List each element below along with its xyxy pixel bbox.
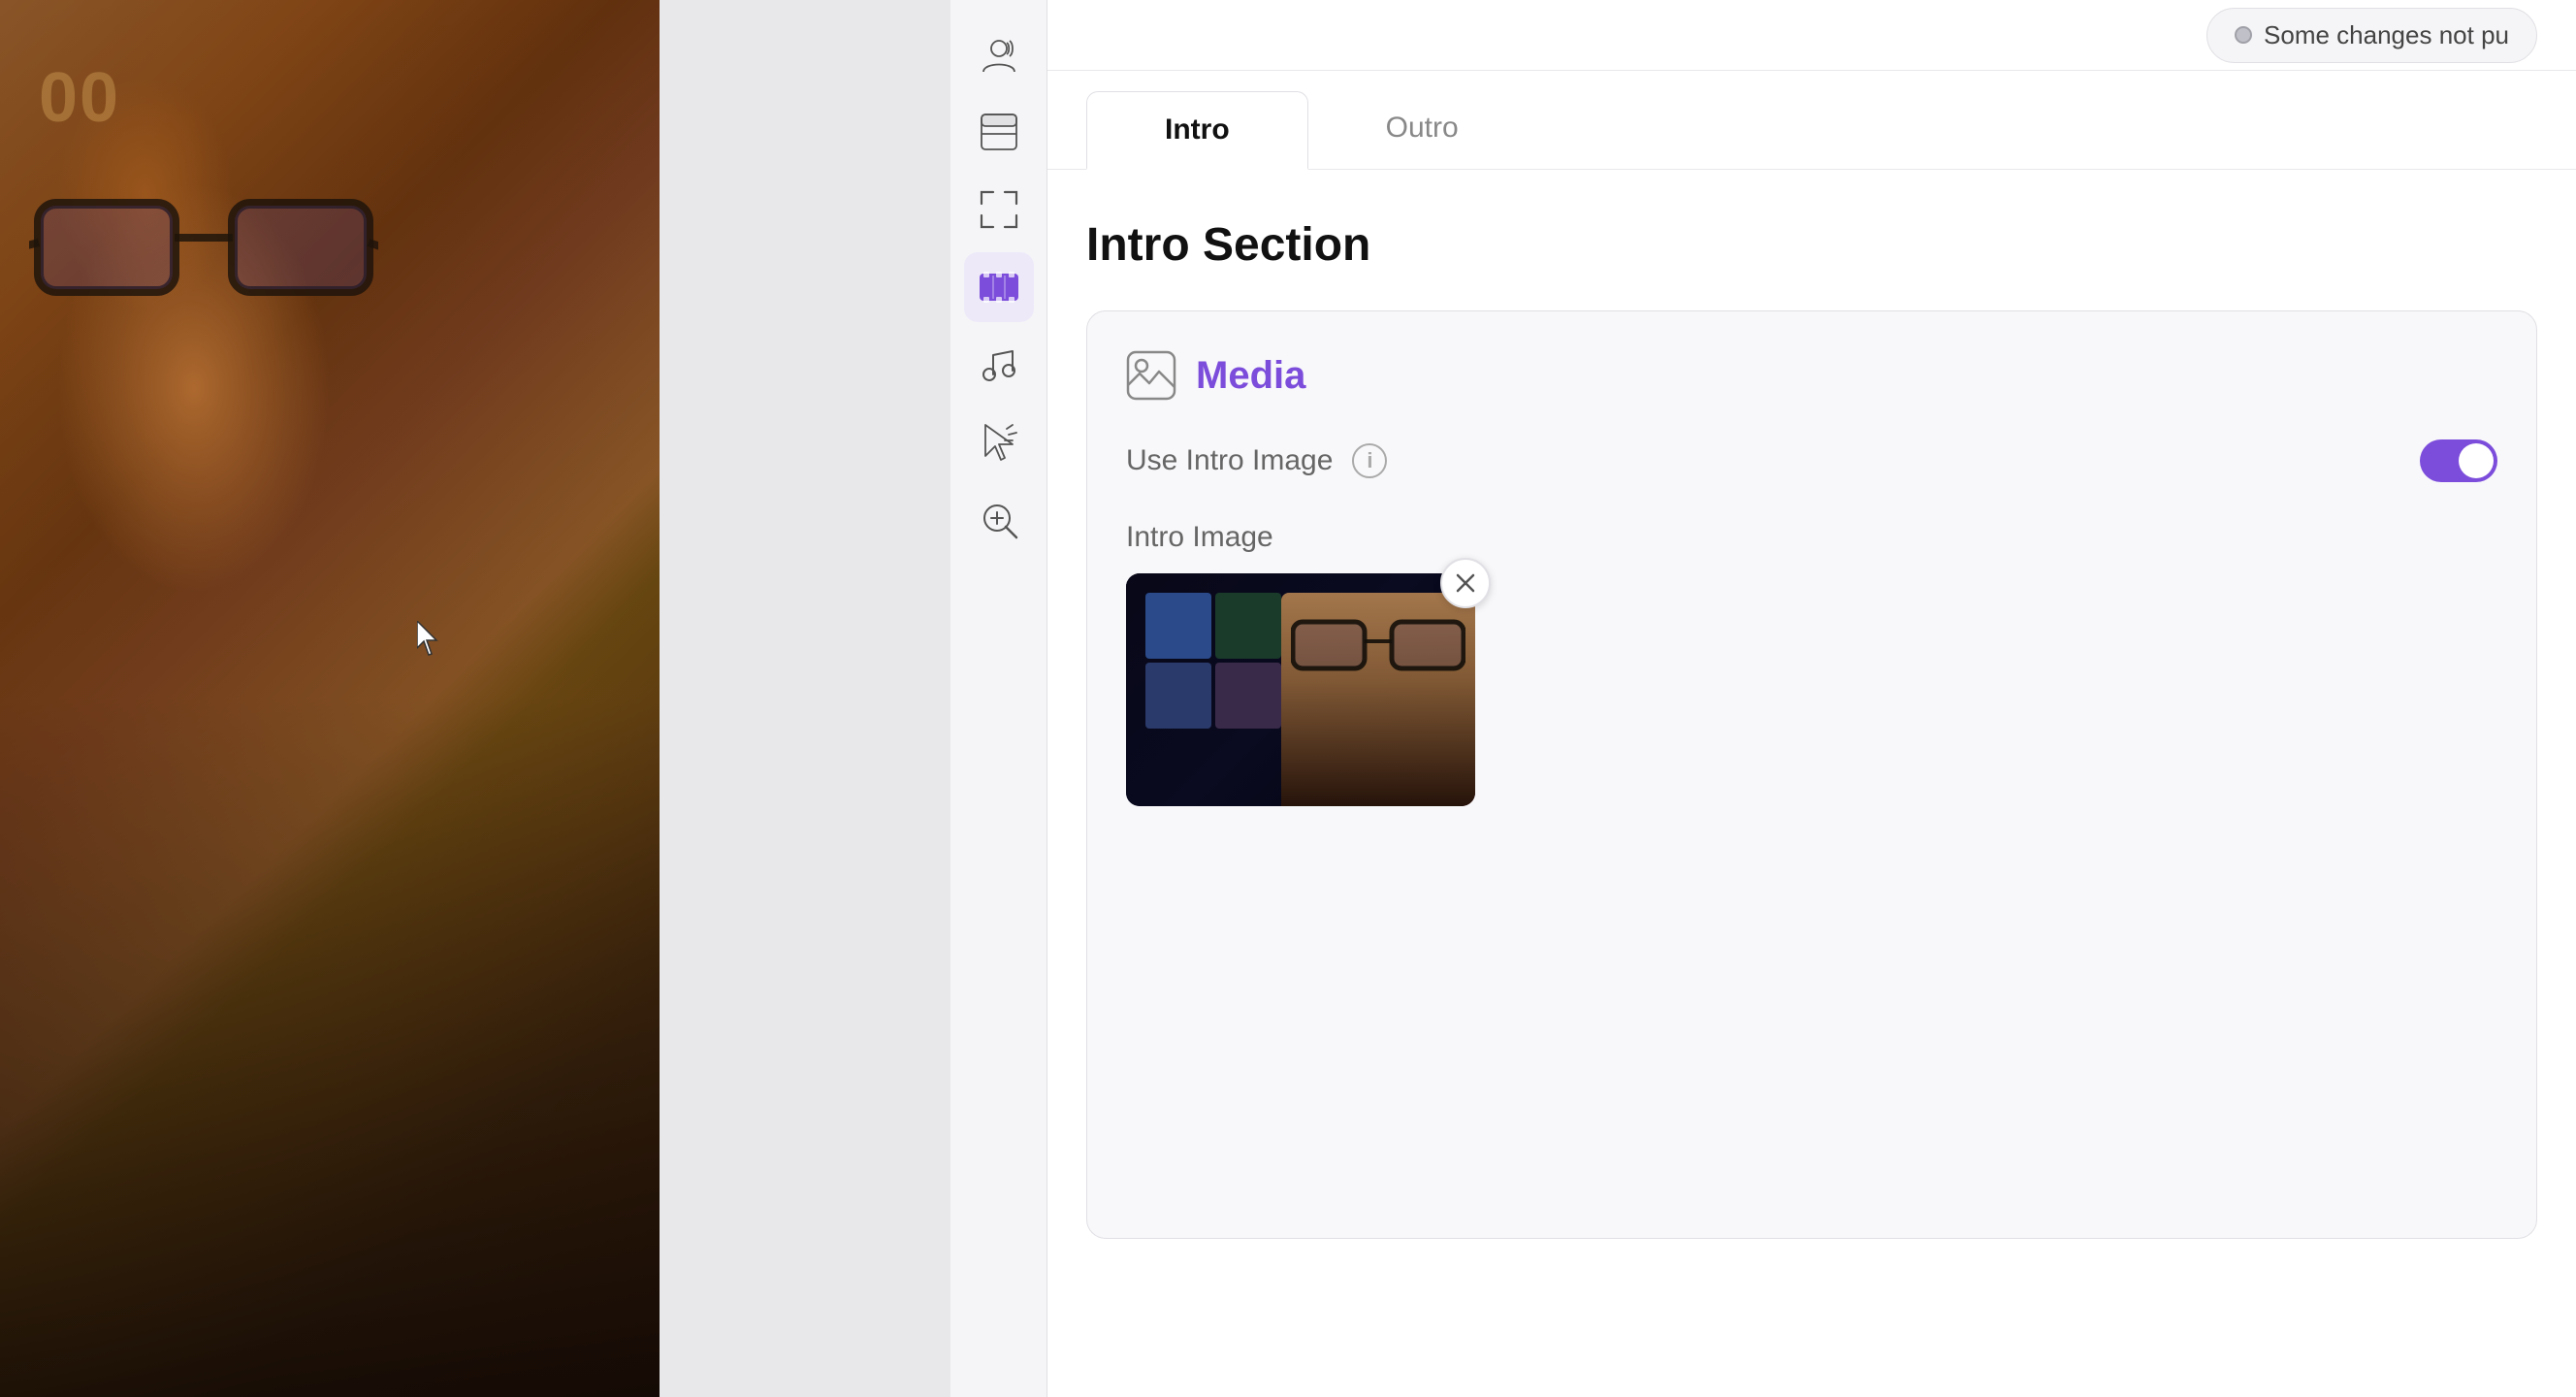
watermark-text: 00 [39, 58, 120, 138]
media-title: Media [1196, 354, 1305, 398]
tile-3 [1145, 663, 1211, 729]
status-indicator: Some changes not pu [2206, 8, 2537, 63]
info-icon[interactable]: i [1352, 443, 1387, 478]
close-image-button[interactable] [1440, 558, 1491, 608]
top-bar: Some changes not pu [1047, 0, 2576, 71]
image-tiles [1145, 593, 1281, 729]
use-intro-image-label: Use Intro Image [1126, 444, 1333, 477]
spacer-area [660, 0, 950, 1397]
sidebar-item-layout[interactable] [964, 97, 1034, 167]
preview-image: 00 [0, 0, 660, 1397]
media-card: Media Use Intro Image i Intro Image [1086, 310, 2537, 1239]
intro-image [1126, 573, 1475, 806]
media-header: Media [1126, 350, 2497, 401]
more-content [1126, 811, 2497, 1199]
tab-intro[interactable]: Intro [1086, 91, 1308, 170]
status-text: Some changes not pu [2264, 20, 2509, 50]
tab-outro[interactable]: Outro [1308, 90, 1536, 169]
glasses-overlay [29, 175, 378, 330]
use-intro-image-row: Use Intro Image i [1126, 439, 2497, 482]
toggle-knob [2459, 443, 2494, 478]
sidebar-item-music[interactable] [964, 330, 1034, 400]
sidebar-item-scenes[interactable] [964, 252, 1034, 322]
sidebar-item-cursor[interactable] [964, 407, 1034, 477]
intro-image-container [1126, 573, 1475, 806]
intro-image-section: Intro Image [1126, 521, 2497, 811]
sidebar [950, 0, 1047, 1397]
section-title: Intro Section [1086, 218, 2537, 272]
intro-image-label: Intro Image [1126, 521, 2497, 554]
tile-4 [1215, 663, 1281, 729]
tab-container: Intro Outro [1047, 71, 2576, 170]
content-area: Intro Section Media Use Intro Image i [1047, 170, 2576, 1397]
right-panel: Some changes not pu Intro Outro Intro Se… [1047, 0, 2576, 1397]
cursor-icon [417, 621, 440, 656]
use-intro-image-toggle[interactable] [2420, 439, 2497, 482]
sidebar-item-zoom[interactable] [964, 485, 1034, 555]
sidebar-item-user[interactable] [964, 19, 1034, 89]
status-dot [2235, 26, 2252, 44]
media-icon [1126, 350, 1176, 401]
person-silhouette [1281, 593, 1475, 806]
preview-area: 00 [0, 0, 660, 1397]
sidebar-item-frame[interactable] [964, 175, 1034, 244]
tile-1 [1145, 593, 1211, 659]
tile-2 [1215, 593, 1281, 659]
